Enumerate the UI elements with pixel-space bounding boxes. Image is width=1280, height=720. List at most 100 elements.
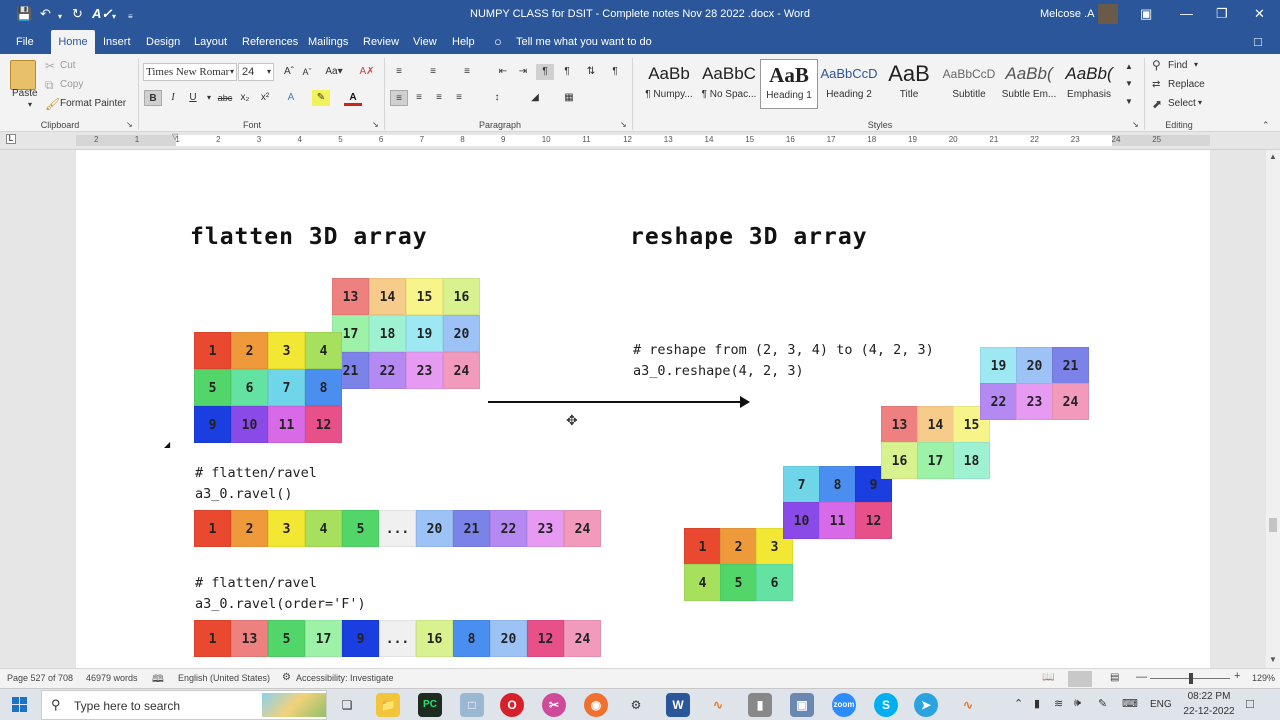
font-color-icon[interactable]: A <box>344 90 362 106</box>
change-case-icon[interactable]: Aa▾ <box>322 64 346 80</box>
zoom-in-icon[interactable]: + <box>1234 670 1240 682</box>
styles-scroll-down-icon[interactable]: ▼ <box>1120 76 1138 92</box>
style-no-spacing[interactable]: AaBbC ¶ No Spac... <box>700 59 758 109</box>
jupyter-icon-2[interactable]: ∿ <box>956 693 980 717</box>
justify-icon[interactable]: ≡ <box>450 90 468 106</box>
pen-icon[interactable]: ✎ <box>1098 697 1107 710</box>
proofing-icon[interactable]: 🕮 <box>152 672 164 689</box>
undo-icon[interactable]: ↶ <box>40 6 51 22</box>
format-painter-button[interactable]: Format Painter <box>60 98 126 109</box>
style-subtitle[interactable]: AaBbCcD Subtitle <box>940 59 998 109</box>
zoom-slider-thumb[interactable] <box>1189 673 1193 684</box>
grow-font-icon[interactable]: Aˆ <box>280 64 298 80</box>
network-icon[interactable]: ≋ <box>1054 697 1063 710</box>
firefox-icon[interactable]: ◉ <box>584 693 608 717</box>
tab-view[interactable]: View <box>413 30 437 54</box>
paste-icon[interactable] <box>10 60 36 90</box>
keyboard-icon[interactable]: ⌨ <box>1122 697 1138 710</box>
superscript-button[interactable]: x² <box>256 90 274 106</box>
bullets-icon[interactable]: ≡ <box>390 64 408 80</box>
style-emphasis[interactable]: AaBb(Emphasis <box>1060 59 1118 109</box>
line-spacing-icon[interactable]: ↕ <box>488 90 506 106</box>
select-button[interactable]: Select <box>1168 98 1196 109</box>
jupyter-icon[interactable]: ∿ <box>706 693 730 717</box>
volume-icon[interactable]: 🕪 <box>1074 697 1081 710</box>
copy-button[interactable]: Copy <box>60 79 83 90</box>
zoom-level[interactable]: 129% <box>1252 673 1275 683</box>
telegram-icon[interactable]: ➤ <box>914 693 938 717</box>
clear-formatting-icon[interactable]: A✗ <box>358 64 376 80</box>
language-indicator[interactable]: ENG <box>1150 699 1172 710</box>
clock-time[interactable]: 08:22 PM <box>1184 691 1234 702</box>
user-name[interactable]: Melcose .A <box>1040 8 1094 20</box>
vertical-scrollbar[interactable]: ▲ ▼ <box>1266 150 1280 668</box>
style-title[interactable]: AaB Title <box>880 59 938 109</box>
ribbon-display-icon[interactable]: ▣ <box>1140 6 1152 22</box>
styles-scroll-up-icon[interactable]: ▲ <box>1120 59 1138 75</box>
app-icon[interactable]: □ <box>460 693 484 717</box>
indent-marker-icon[interactable]: ▽ <box>172 132 178 141</box>
align-right-icon[interactable]: ≡ <box>430 90 448 106</box>
collapse-ribbon-icon[interactable]: ⌃ <box>1262 118 1270 132</box>
tab-home[interactable]: Home <box>51 30 95 54</box>
tell-me-search[interactable]: Tell me what you want to do <box>516 30 652 54</box>
find-button[interactable]: Find <box>1168 60 1187 71</box>
page-count[interactable]: Page 527 of 708 <box>7 673 73 683</box>
paste-dropdown-icon[interactable]: ▾ <box>28 100 32 109</box>
task-view-icon[interactable]: ❏ <box>335 693 359 717</box>
tab-help[interactable]: Help <box>452 30 475 54</box>
style-subtle-emphasis[interactable]: AaBb(Subtle Em... <box>1000 59 1058 109</box>
replace-button[interactable]: Replace <box>1168 79 1205 90</box>
file-explorer-icon[interactable]: 📁 <box>376 693 400 717</box>
redo-icon[interactable]: ↻ <box>72 6 83 22</box>
shading-icon[interactable]: ◢ <box>526 90 544 106</box>
subscript-button[interactable]: x₂ <box>236 90 254 106</box>
language-status[interactable]: English (United States) <box>178 673 270 683</box>
highlight-color-icon[interactable]: ✎ <box>312 90 330 106</box>
read-mode-icon[interactable]: 📖 <box>1042 672 1054 683</box>
settings-icon[interactable]: ⚙ <box>624 693 648 717</box>
windows-start-icon[interactable] <box>12 697 28 713</box>
scroll-up-icon[interactable]: ▲ <box>1269 152 1277 161</box>
numbering-icon[interactable]: ≡ <box>424 64 442 80</box>
styles-launcher-icon[interactable]: ↘ <box>1132 118 1139 132</box>
select-dropdown-icon[interactable]: ▾ <box>1198 98 1202 107</box>
sort-icon[interactable]: ⇅ <box>582 64 600 80</box>
word-count[interactable]: 46979 words <box>86 673 138 683</box>
show-marks-icon[interactable]: ¶ <box>606 64 624 80</box>
spelling-icon[interactable]: A✓ <box>92 6 112 22</box>
battery-icon[interactable]: ▮ <box>1034 697 1040 710</box>
paste-button[interactable]: Paste <box>12 88 38 99</box>
maximize-icon[interactable]: ❐ <box>1216 6 1228 22</box>
zoom-app-icon[interactable]: zoom <box>832 693 856 717</box>
find-dropdown-icon[interactable]: ▾ <box>1194 60 1198 69</box>
close-icon[interactable]: ✕ <box>1254 6 1265 22</box>
tab-review[interactable]: Review <box>363 30 399 54</box>
word-icon[interactable]: W <box>666 693 690 717</box>
text-effects-icon[interactable]: A <box>282 90 300 106</box>
show-hidden-icons-icon[interactable]: ⌃ <box>1014 697 1023 710</box>
style-heading-2[interactable]: AaBbCcD Heading 2 <box>820 59 878 109</box>
skype-icon[interactable]: S <box>874 693 898 717</box>
web-layout-icon[interactable]: ▤ <box>1110 672 1119 683</box>
lightbulb-icon[interactable]: ○ <box>494 30 502 54</box>
tab-references[interactable]: References <box>242 30 298 54</box>
tab-design[interactable]: Design <box>146 30 180 54</box>
decrease-indent-icon[interactable]: ⇤ <box>494 64 512 80</box>
style-numpy[interactable]: AaBb ¶ Numpy... <box>640 59 698 109</box>
avatar[interactable] <box>1098 4 1118 24</box>
minimize-icon[interactable]: — <box>1180 6 1193 22</box>
customize-qat-icon[interactable]: ≡ <box>128 9 133 25</box>
align-left-icon[interactable]: ≡ <box>390 90 408 106</box>
accessibility-status[interactable]: Accessibility: Investigate <box>296 673 394 683</box>
tab-selector-icon[interactable]: L <box>6 134 16 144</box>
shrink-font-icon[interactable]: Aˇ <box>298 64 316 80</box>
snip-tool-icon[interactable]: ✂ <box>542 693 566 717</box>
clock-date[interactable]: 22-12-2022 <box>1178 706 1240 717</box>
italic-button[interactable]: I <box>164 90 182 106</box>
increase-indent-icon[interactable]: ⇥ <box>514 64 532 80</box>
dropdown-icon[interactable]: ▾ <box>112 9 116 25</box>
app-icon-2[interactable]: ▮ <box>748 693 772 717</box>
tab-file[interactable]: File <box>16 30 34 54</box>
font-launcher-icon[interactable]: ↘ <box>372 118 379 132</box>
